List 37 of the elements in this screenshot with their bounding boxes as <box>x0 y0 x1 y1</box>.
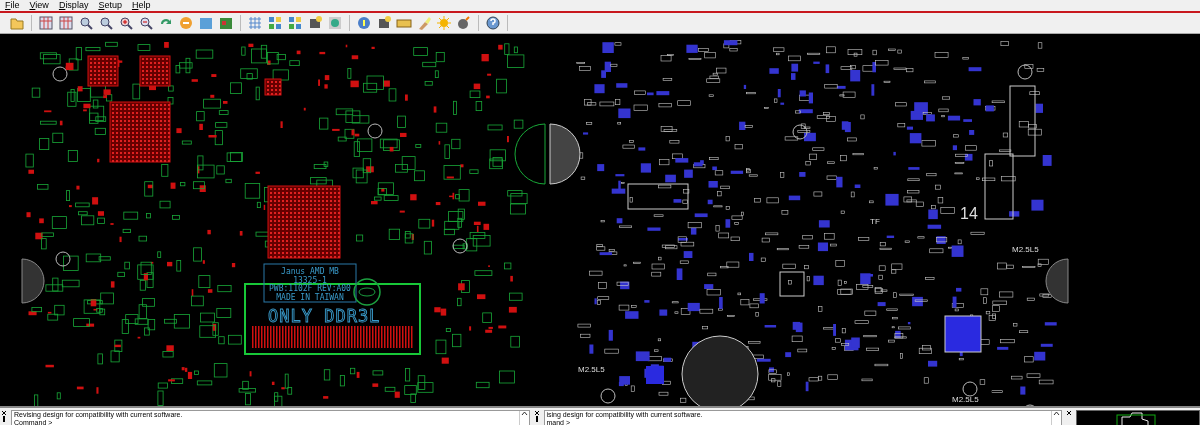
menu-item[interactable]: Help <box>131 0 151 11</box>
silkscreen-label: Janus AMD MB <box>281 267 339 276</box>
silkscreen-mark: M2.5L5 <box>578 365 605 374</box>
memory-note: ONLY DDR3L <box>268 306 381 326</box>
magnifier-icon[interactable] <box>78 15 94 31</box>
scroll-up-icon[interactable] <box>1053 411 1060 416</box>
folder-icon[interactable] <box>9 15 25 31</box>
menu-item[interactable]: View <box>29 0 49 11</box>
logo-icon <box>353 278 381 306</box>
menu-item[interactable]: File <box>5 0 20 11</box>
menu-item[interactable]: Setup <box>98 0 122 11</box>
silkscreen-label: 13325-1 <box>293 275 327 285</box>
window-grid-icon[interactable] <box>38 15 54 31</box>
minimap[interactable] <box>1076 410 1200 425</box>
close-icon[interactable] <box>533 410 540 416</box>
close-icon[interactable] <box>1 410 7 416</box>
pin-icon[interactable] <box>1 416 7 422</box>
silkscreen-mark: 14 <box>960 205 978 222</box>
silkscreen-mark: TF <box>870 217 880 226</box>
pin-icon[interactable] <box>533 416 540 422</box>
tiles-icon[interactable] <box>267 15 283 31</box>
info-icon[interactable] <box>356 15 372 31</box>
bomb-icon[interactable] <box>456 15 472 31</box>
silkscreen-mark: M2.5L5 <box>1012 245 1039 254</box>
tiles-icon[interactable] <box>287 15 303 31</box>
close-icon[interactable] <box>1066 410 1072 416</box>
silkscreen-mark: M2.5L5 <box>952 395 979 404</box>
menu-item[interactable]: Display <box>58 0 89 11</box>
scroll-up-icon[interactable] <box>520 411 528 416</box>
zoom-out-icon[interactable] <box>138 15 154 31</box>
magnifier-icon[interactable] <box>98 15 114 31</box>
silkscreen-label: PWB:1102F REV:A00 <box>269 284 351 293</box>
help-icon[interactable] <box>485 15 501 31</box>
board-icon[interactable] <box>218 15 234 31</box>
zoom-in-icon[interactable] <box>118 15 134 31</box>
window-grid-icon[interactable] <box>58 15 74 31</box>
silkscreen-label: MADE IN TAIWAN <box>276 292 344 302</box>
